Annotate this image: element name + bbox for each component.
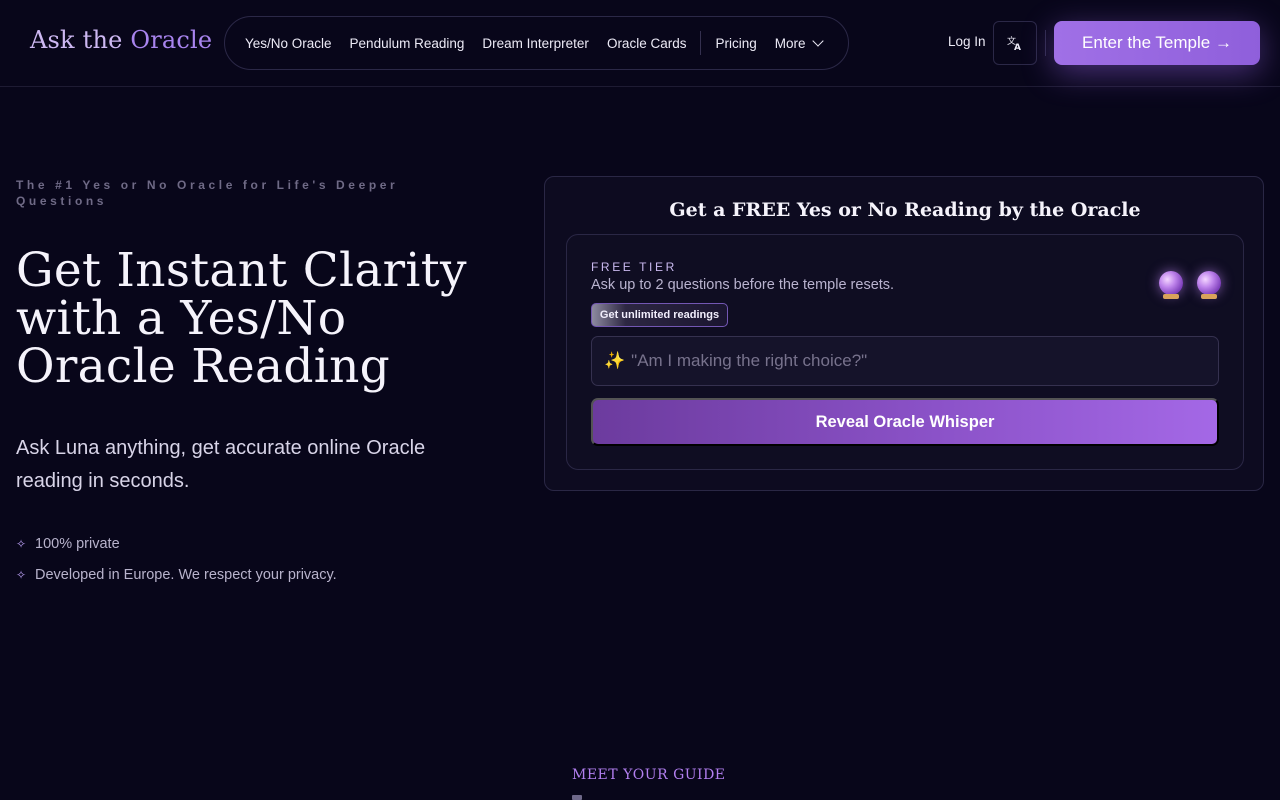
guide-text-fragment — [572, 795, 582, 800]
question-field[interactable]: ✨ — [591, 336, 1219, 386]
enter-temple-button[interactable]: Enter the Temple → — [1054, 21, 1260, 65]
svg-text:A: A — [1014, 43, 1021, 51]
nav-item-oracle-cards[interactable]: Oracle Cards — [607, 36, 687, 51]
meet-guide-heading: MEET YOUR GUIDE — [572, 767, 726, 783]
logo-text: Ask the — [30, 26, 131, 54]
feature-item: ✧ Developed in Europe. We respect your p… — [16, 565, 337, 585]
tier-description: Ask up to 2 questions before the temple … — [591, 277, 895, 293]
header-divider — [1045, 30, 1046, 56]
sparkle-icon: ✧ — [16, 537, 27, 551]
feature-text: 100% private — [35, 536, 120, 552]
reading-card-title: Get a FREE Yes or No Reading by the Orac… — [669, 199, 1141, 221]
crystal-ball-icon — [1197, 271, 1221, 299]
translate-icon: 文 A — [1007, 35, 1021, 51]
nav-more-dropdown[interactable]: More — [774, 35, 824, 51]
site-logo[interactable]: Ask the Oracle — [30, 26, 212, 54]
sparkles-icon: ✨ — [604, 351, 626, 371]
remaining-questions-indicator — [1159, 271, 1221, 299]
chevron-down-icon — [811, 35, 824, 47]
nav-item-pendulum-reading[interactable]: Pendulum Reading — [350, 36, 465, 51]
get-unlimited-button[interactable]: Get unlimited readings — [591, 303, 728, 327]
nav-item-pricing[interactable]: Pricing — [715, 36, 756, 51]
language-button[interactable]: 文 A — [993, 21, 1037, 65]
nav-divider — [700, 31, 702, 55]
tier-label: FREE TIER — [591, 260, 677, 274]
reading-form-panel: FREE TIER Ask up to 2 questions before t… — [566, 234, 1244, 470]
hero-title: Get Instant Clarity with a Yes/No Oracle… — [16, 243, 467, 394]
login-link[interactable]: Log In — [948, 34, 986, 49]
main-nav: Yes/No Oracle Pendulum Reading Dream Int… — [224, 16, 849, 70]
sparkle-icon: ✧ — [16, 568, 27, 582]
reveal-oracle-button[interactable]: Reveal Oracle Whisper — [591, 398, 1219, 446]
site-header: Ask the Oracle Yes/No Oracle Pendulum Re… — [0, 0, 1280, 87]
nav-item-yes-no-oracle[interactable]: Yes/No Oracle — [245, 36, 332, 51]
nav-more-label: More — [774, 35, 806, 51]
reading-card: Get a FREE Yes or No Reading by the Orac… — [544, 176, 1264, 491]
hero-eyebrow: The #1 Yes or No Oracle for Life's Deepe… — [16, 178, 399, 208]
crystal-ball-icon — [1159, 271, 1183, 299]
logo-accent-text: Oracle — [130, 26, 213, 54]
nav-item-dream-interpreter[interactable]: Dream Interpreter — [482, 36, 589, 51]
feature-list: ✧ 100% private ✧ Developed in Europe. We… — [16, 534, 337, 596]
feature-item: ✧ 100% private — [16, 534, 337, 554]
hero-subtitle: Ask Luna anything, get accurate online O… — [16, 437, 426, 492]
feature-text: Developed in Europe. We respect your pri… — [35, 567, 337, 583]
question-input[interactable] — [631, 351, 1218, 371]
